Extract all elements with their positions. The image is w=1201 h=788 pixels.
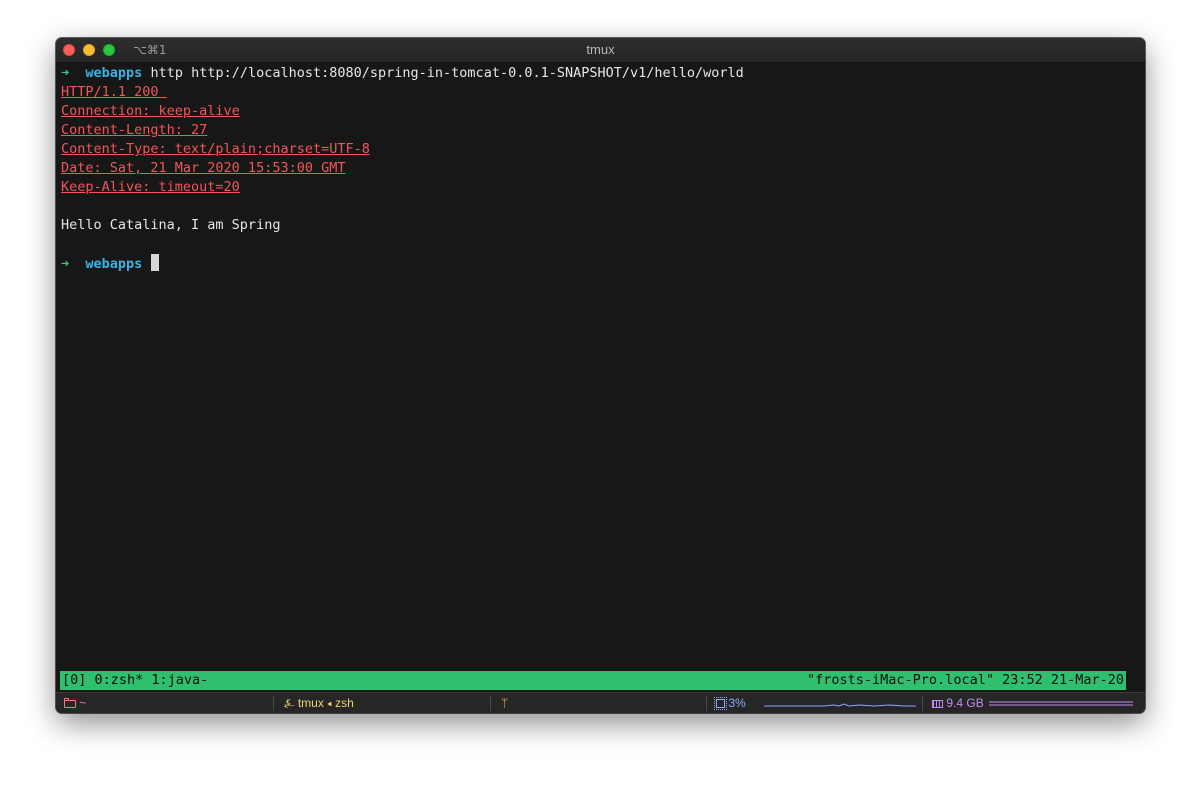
status-divider <box>922 696 923 711</box>
status-directory[interactable]: ~ <box>64 693 86 713</box>
status-git[interactable]: ᛘ <box>501 693 508 713</box>
command-text: http http://localhost:8080/spring-in-tom… <box>150 65 744 81</box>
response-header-line: Connection: keep-alive <box>61 103 240 119</box>
response-header-line: Content-Type: text/plain;charset=UTF-8 <box>61 141 370 157</box>
text-cursor <box>151 254 160 271</box>
prompt-line: ➜ webapps <box>61 254 1136 273</box>
prompt-arrow-icon: ➜ <box>61 256 70 272</box>
prompt-directory: webapps <box>85 256 143 272</box>
status-divider <box>706 696 707 711</box>
memory-icon <box>932 700 943 708</box>
command-line: ➜ webapps http http://localhost:8080/spr… <box>61 64 1136 83</box>
terminal-window: ⌥⌘1 tmux ➜ webapps http http://localhost… <box>56 38 1145 713</box>
response-body: Hello Catalina, I am Spring <box>61 217 281 233</box>
status-job[interactable]: ⍼ tmux ◂ zsh <box>284 693 354 713</box>
response-header-line: Date: Sat, 21 Mar 2020 15:53:00 GMT <box>61 160 346 176</box>
folder-icon <box>64 698 76 708</box>
prompt-directory: webapps <box>85 65 143 81</box>
response-header-line: HTTP/1.1 200 <box>61 84 167 100</box>
response-header-line: Content-Length: 27 <box>61 122 208 138</box>
tmux-status-bar: [0] 0:zsh* 1:java- "frosts-iMac-Pro.loca… <box>60 671 1126 690</box>
window-title: tmux <box>586 42 615 57</box>
job-icon: ⍼ <box>284 696 295 710</box>
prompt-arrow-icon: ➜ <box>61 65 70 81</box>
status-cpu[interactable]: 3% <box>714 693 746 713</box>
terminal-output[interactable]: ➜ webapps http http://localhost:8080/spr… <box>61 64 1136 669</box>
status-memory[interactable]: 9.4 GB <box>932 693 984 713</box>
tmux-host-clock: "frosts-iMac-Pro.local" 23:52 21-Mar-20 <box>807 672 1124 688</box>
cpu-icon <box>714 697 727 710</box>
status-divider <box>490 696 491 711</box>
status-divider <box>273 696 274 711</box>
tmux-window-list[interactable]: [0] 0:zsh* 1:java- <box>62 671 208 690</box>
title-bar: ⌥⌘1 tmux <box>56 38 1145 63</box>
cpu-usage-graph <box>764 703 916 707</box>
memory-usage-graph <box>989 701 1133 706</box>
git-branch-icon: ᛘ <box>501 696 509 710</box>
iterm-status-bar: ~ ⍼ tmux ◂ zsh ᛘ 3% 9.4 GB <box>56 692 1145 713</box>
response-header-line: Keep-Alive: timeout=20 <box>61 179 240 195</box>
